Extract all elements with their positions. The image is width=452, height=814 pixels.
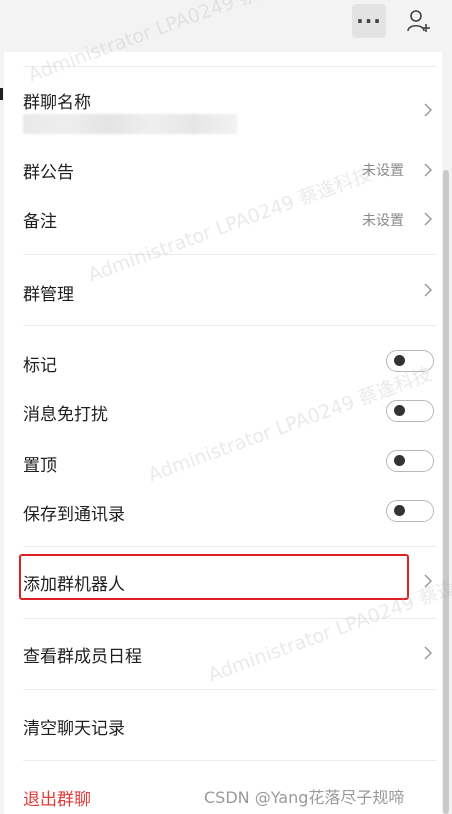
chevron-right-icon[interactable] xyxy=(422,645,434,661)
exit-group-button[interactable]: 退出群聊 xyxy=(23,785,91,810)
group-name-label: 群聊名称 xyxy=(23,93,91,113)
chevron-right-icon[interactable] xyxy=(422,282,434,298)
divider xyxy=(23,325,437,326)
toggle-knob xyxy=(394,505,405,516)
add-group-bot-label[interactable]: 添加群机器人 xyxy=(23,570,125,595)
background-edge-mark xyxy=(0,88,3,100)
pin-top-label: 置顶 xyxy=(23,456,57,476)
toggle-knob xyxy=(394,405,405,416)
chevron-right-icon[interactable] xyxy=(422,102,434,118)
toggle-knob xyxy=(394,355,405,366)
chevron-right-icon[interactable] xyxy=(422,211,434,227)
do-not-disturb-toggle[interactable] xyxy=(386,400,434,422)
csdn-credit: CSDN @Yang花落尽子规啼 xyxy=(204,788,405,807)
do-not-disturb-label: 消息免打扰 xyxy=(23,405,108,425)
more-options-button[interactable]: ··· xyxy=(352,4,386,38)
more-horizontal-icon: ··· xyxy=(356,9,382,33)
divider xyxy=(23,254,437,255)
person-add-icon xyxy=(407,10,430,32)
remark-value: 未设置 xyxy=(362,213,404,229)
group-name-value-blurred xyxy=(23,114,237,134)
remark-label[interactable]: 备注 xyxy=(23,207,57,232)
pin-top-toggle[interactable] xyxy=(386,450,434,472)
chevron-right-icon[interactable] xyxy=(422,162,434,178)
view-schedule-label[interactable]: 查看群成员日程 xyxy=(23,642,142,667)
group-management-label[interactable]: 群管理 xyxy=(23,280,74,305)
divider xyxy=(23,546,437,547)
toggle-knob xyxy=(394,455,405,466)
save-to-contacts-toggle[interactable] xyxy=(386,500,434,522)
add-member-button[interactable] xyxy=(402,4,436,38)
mark-label: 标记 xyxy=(23,356,57,376)
save-to-contacts-label: 保存到通讯录 xyxy=(23,505,125,525)
divider xyxy=(23,689,437,690)
announcement-label[interactable]: 群公告 xyxy=(23,158,74,183)
clear-chat-label[interactable]: 清空聊天记录 xyxy=(23,714,125,739)
divider xyxy=(23,760,437,761)
scrollbar[interactable] xyxy=(443,170,449,814)
